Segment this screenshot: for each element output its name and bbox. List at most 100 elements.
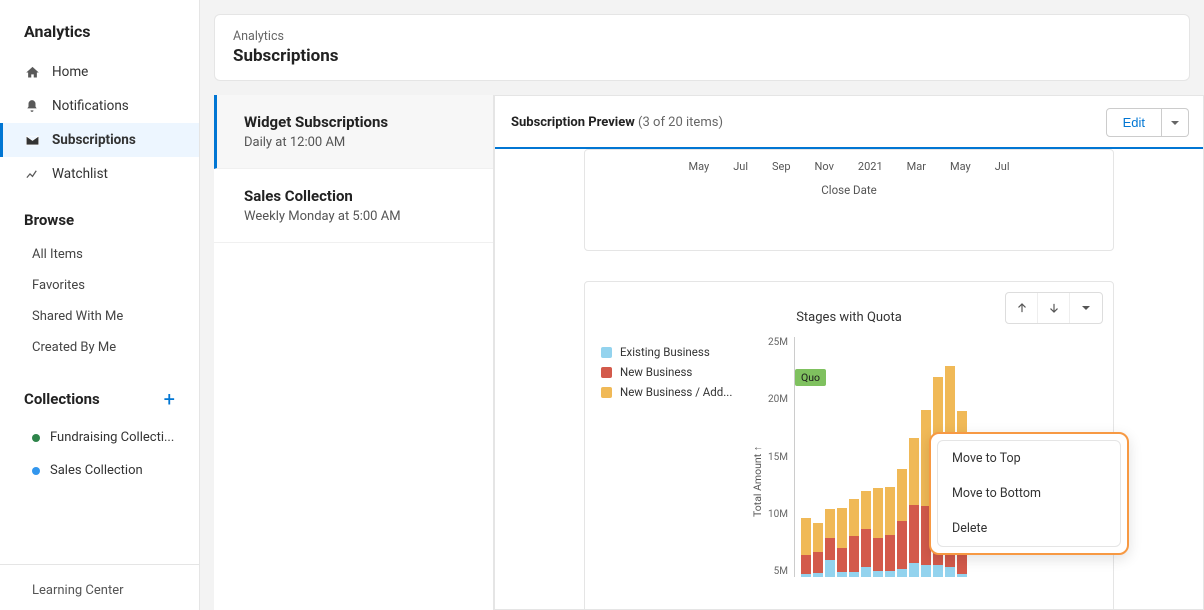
x-axis-ticks: May Jul Sep Nov 2021 Mar May Jul: [595, 160, 1103, 173]
sidebar-item-subscriptions[interactable]: Subscriptions: [0, 123, 199, 157]
bar-segment: [813, 523, 823, 552]
tick-label: 10M: [768, 509, 788, 520]
content-row: Widget Subscriptions Daily at 12:00 AM S…: [200, 95, 1204, 610]
page-title: Subscriptions: [233, 46, 1171, 66]
bar-segment: [825, 560, 835, 577]
bar-segment: [801, 555, 811, 574]
bar-segment: [861, 529, 871, 567]
add-collection-button[interactable]: +: [164, 389, 175, 409]
collection-fundraising[interactable]: Fundraising Collecti...: [0, 421, 199, 454]
collection-label: Sales Collection: [50, 463, 143, 478]
preview-title: Subscription Preview: [511, 115, 635, 130]
bar-stack: [897, 469, 907, 577]
browse-shared[interactable]: Shared With Me: [0, 301, 199, 332]
bar-segment: [909, 438, 919, 505]
sidebar-item-label: Home: [52, 64, 88, 80]
collection-sales[interactable]: Sales Collection: [0, 454, 199, 487]
bar-segment: [825, 538, 835, 560]
bar-segment: [873, 571, 883, 577]
legend-label: New Business / Add...: [620, 385, 732, 399]
edit-dropdown-button[interactable]: [1162, 108, 1189, 137]
bar-segment: [861, 491, 871, 529]
tick-label: Jul: [733, 160, 748, 173]
learning-center-link[interactable]: Learning Center: [0, 565, 199, 610]
mail-icon: [24, 132, 40, 148]
status-dot-icon: [32, 467, 40, 475]
subscription-card-widget[interactable]: Widget Subscriptions Daily at 12:00 AM: [214, 95, 493, 169]
bar-segment: [897, 469, 907, 522]
move-down-button[interactable]: [1038, 293, 1070, 323]
collections-title: Collections: [24, 390, 100, 408]
bar-segment: [861, 567, 871, 577]
bar-stack: [909, 438, 919, 577]
bar-segment: [873, 488, 883, 538]
breadcrumb[interactable]: Analytics: [233, 29, 1171, 44]
popover-item-delete[interactable]: Delete: [938, 511, 1120, 546]
bar-segment: [933, 565, 943, 577]
tick-label: Sep: [772, 160, 791, 173]
sidebar-item-notifications[interactable]: Notifications: [0, 89, 199, 123]
bar-segment: [957, 555, 967, 574]
bar-stack: [825, 509, 835, 577]
sidebar-item-home[interactable]: Home: [0, 55, 199, 89]
preview-title-group: Subscription Preview (3 of 20 items): [511, 115, 723, 130]
preview-body[interactable]: May Jul Sep Nov 2021 Mar May Jul Close D…: [495, 149, 1203, 609]
popover-item-move-bottom[interactable]: Move to Bottom: [938, 476, 1120, 511]
tick-label: May: [688, 160, 709, 173]
chart-card-actions: [1005, 292, 1103, 324]
sidebar-item-label: Subscriptions: [52, 132, 136, 148]
collection-label: Fundraising Collecti...: [50, 430, 174, 445]
tick-label: Mar: [907, 160, 926, 173]
collections-header: Collections +: [0, 389, 199, 409]
bar-segment: [909, 563, 919, 577]
legend-label: New Business: [620, 365, 692, 379]
page-header: Analytics Subscriptions: [214, 14, 1190, 81]
more-actions-button[interactable]: [1070, 293, 1102, 323]
edit-button-group: Edit: [1106, 108, 1189, 137]
bell-icon: [24, 98, 40, 114]
preview-pane: Subscription Preview (3 of 20 items) Edi…: [494, 95, 1204, 610]
quota-badge: Quo: [795, 369, 826, 386]
subscription-card-sales[interactable]: Sales Collection Weekly Monday at 5:00 A…: [214, 169, 493, 243]
bar-stack: [873, 488, 883, 577]
legend-item: New Business / Add...: [601, 385, 751, 399]
popover-wrap: Move to Top Move to Bottom Delete: [929, 432, 1129, 555]
tick-label: 20M: [768, 394, 788, 405]
sidebar-item-watchlist[interactable]: Watchlist: [0, 157, 199, 191]
legend-item: Existing Business: [601, 345, 751, 359]
preview-header: Subscription Preview (3 of 20 items) Edi…: [495, 96, 1203, 149]
bar-segment: [801, 574, 811, 577]
subscription-schedule: Weekly Monday at 5:00 AM: [244, 209, 475, 224]
bar-segment: [957, 574, 967, 577]
preview-count: (3 of 20 items): [638, 115, 723, 130]
bar-segment: [945, 567, 955, 577]
sidebar-item-label: Watchlist: [52, 166, 108, 182]
move-up-button[interactable]: [1006, 293, 1038, 323]
bar-segment: [921, 565, 931, 577]
bar-segment: [837, 508, 847, 548]
chart-legend: Existing Business New Business New Busin…: [601, 337, 751, 609]
chart-card-closedate: May Jul Sep Nov 2021 Mar May Jul Close D…: [584, 149, 1114, 251]
browse-all-items[interactable]: All Items: [0, 239, 199, 270]
bar-segment: [897, 521, 907, 569]
y-axis-ticks: 25M 20M 15M 10M 5M: [768, 337, 794, 577]
subscription-list: Widget Subscriptions Daily at 12:00 AM S…: [214, 95, 494, 610]
sidebar-item-label: Notifications: [52, 98, 129, 114]
bar-stack: [837, 508, 847, 577]
browse-favorites[interactable]: Favorites: [0, 270, 199, 301]
browse-created[interactable]: Created By Me: [0, 332, 199, 363]
bar-stack: [849, 499, 859, 577]
tick-label: 2021: [858, 160, 883, 173]
sidebar: Analytics Home Notifications Subscriptio…: [0, 0, 200, 610]
actions-popover: Move to Top Move to Bottom Delete: [929, 432, 1129, 555]
bar-stack: [801, 518, 811, 577]
tick-label: 5M: [774, 566, 788, 577]
subscription-name: Widget Subscriptions: [244, 113, 475, 131]
bar-segment: [837, 548, 847, 572]
popover-item-move-top[interactable]: Move to Top: [938, 441, 1120, 476]
trend-icon: [24, 166, 40, 182]
sidebar-heading: Analytics: [0, 22, 199, 41]
edit-button[interactable]: Edit: [1106, 108, 1162, 137]
legend-label: Existing Business: [620, 345, 710, 359]
legend-swatch-icon: [601, 347, 612, 358]
